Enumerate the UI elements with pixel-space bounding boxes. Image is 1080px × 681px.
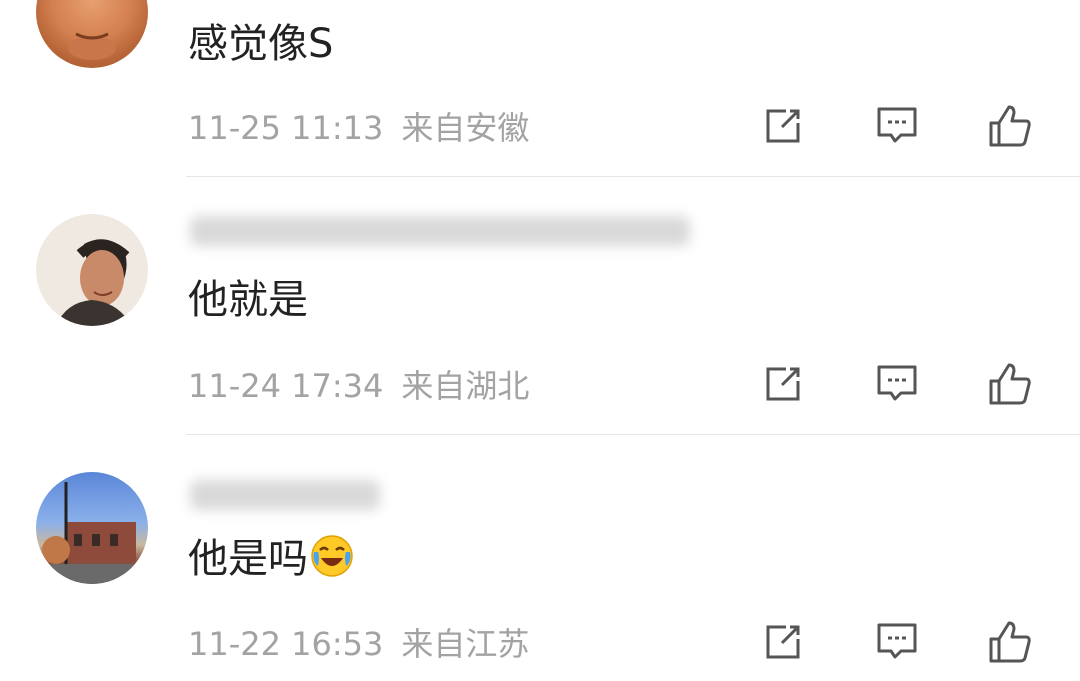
comment-item: 他就是 11-24 17:34 来自湖北: [0, 176, 1080, 435]
like-button[interactable]: [984, 616, 1036, 668]
comment-button[interactable]: [871, 358, 923, 410]
comment-meta: 11-24 17:34 来自湖北: [188, 366, 529, 406]
repost-icon: [766, 625, 800, 659]
repost-button[interactable]: [757, 358, 809, 410]
comment-meta: 11-22 16:53 来自江苏: [188, 624, 529, 664]
repost-button[interactable]: [757, 616, 809, 668]
like-button[interactable]: [984, 100, 1036, 152]
comment-text-content: 他是吗: [188, 536, 308, 582]
comment-meta: 11-25 11:13 来自安徽: [188, 108, 529, 148]
comment-item: 感觉像S 11-25 11:13 来自安徽: [0, 0, 1080, 177]
comment-text: 他就是: [188, 277, 308, 323]
comment-icon: [877, 623, 917, 659]
comment-location: 来自江苏: [401, 625, 530, 663]
comment-item: 他是吗 11-22 16:53 来自江苏: [0, 434, 1080, 681]
comment-time: 11-24 17:34: [188, 367, 384, 405]
avatar[interactable]: [36, 214, 148, 326]
comment-button[interactable]: [871, 100, 923, 152]
comment-button[interactable]: [871, 616, 923, 668]
thumbs-up-icon: [989, 105, 1031, 147]
comment-icon: [877, 365, 917, 401]
comment-icon: [877, 107, 917, 143]
comment-text: 感觉像S: [188, 21, 334, 67]
username-blurred: [190, 480, 380, 510]
comment-location: 来自湖北: [401, 367, 530, 405]
comment-time: 11-22 16:53: [188, 625, 384, 663]
avatar[interactable]: [36, 0, 148, 68]
repost-button[interactable]: [757, 100, 809, 152]
repost-icon: [766, 109, 800, 143]
comment-text: 他是吗: [188, 534, 354, 583]
avatar[interactable]: [36, 472, 148, 584]
comment-location: 来自安徽: [401, 109, 530, 147]
like-button[interactable]: [984, 358, 1036, 410]
thumbs-up-icon: [989, 621, 1031, 663]
laughing-crying-emoji: [311, 535, 353, 577]
repost-icon: [766, 367, 800, 401]
username-blurred: [190, 216, 690, 246]
comment-time: 11-25 11:13: [188, 109, 384, 147]
thumbs-up-icon: [989, 363, 1031, 405]
